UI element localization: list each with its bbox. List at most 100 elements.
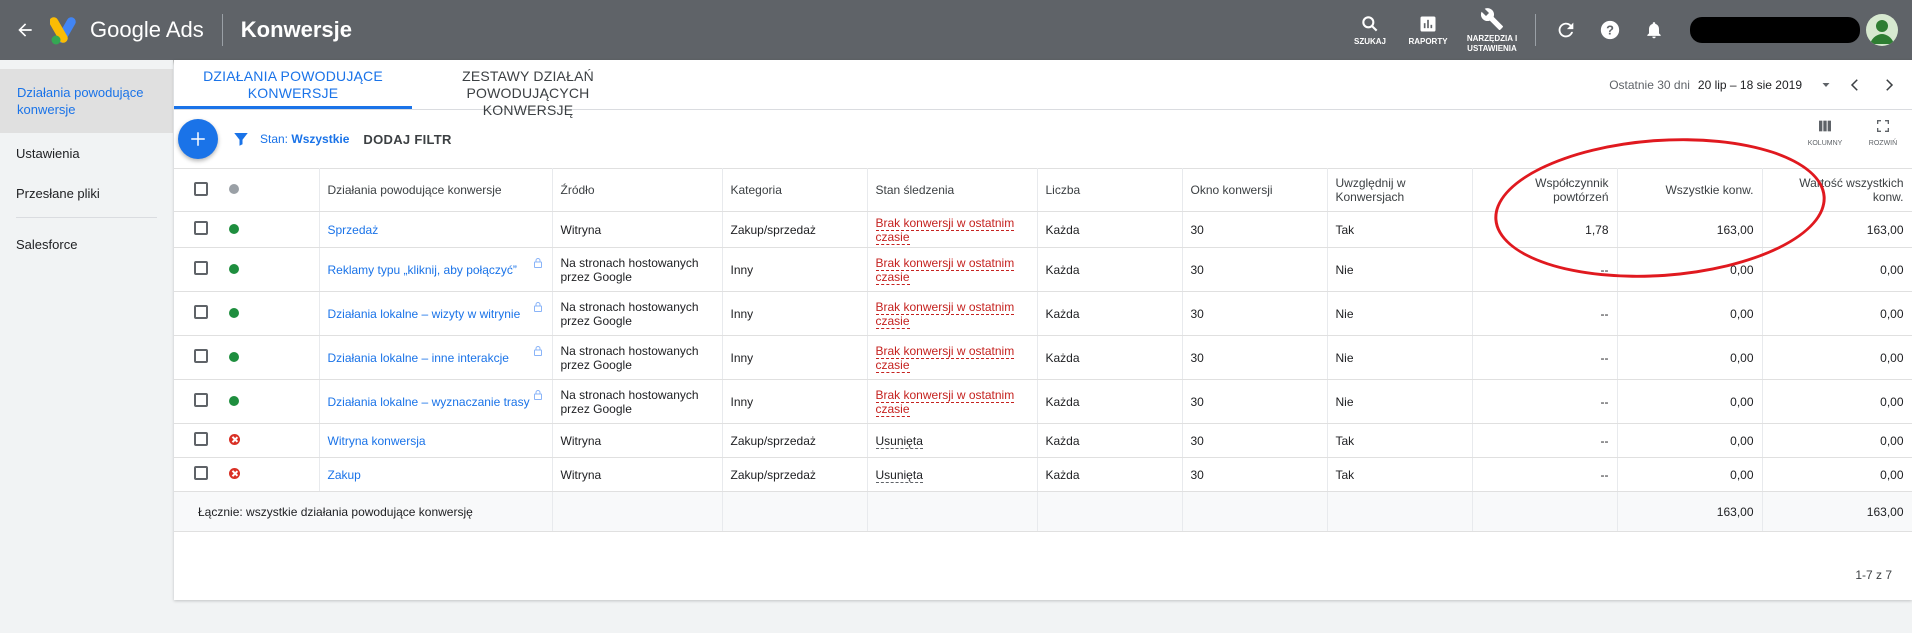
filter-icon[interactable]	[232, 130, 250, 148]
include-cell: Nie	[1327, 335, 1473, 380]
fullscreen-icon	[1877, 120, 1889, 132]
tracking-status[interactable]: Brak konwersji w ostatnim czasie	[875, 255, 1015, 285]
reports-button[interactable]: RAPORTY	[1399, 14, 1457, 47]
repeat-cell: --	[1472, 291, 1618, 336]
table-row[interactable]: Działania lokalne – wizyty w witrynie Na…	[174, 291, 1912, 336]
table-header-row: Działania powodujące konwersje Źródło Ka…	[174, 168, 1912, 212]
conversion-name-link[interactable]: Zakup	[328, 468, 361, 482]
sidebar-item-label: Przesłane pliki	[16, 185, 100, 201]
table-row[interactable]: Witryna konwersja Witryna Zakup/sprzedaż…	[174, 423, 1912, 458]
google-ads-logo[interactable]: Google Ads	[49, 15, 204, 45]
reports-label: RAPORTY	[1408, 36, 1448, 46]
select-all-checkbox[interactable]	[194, 181, 208, 196]
col-header-tracking[interactable]: Stan śledzenia	[867, 168, 1038, 212]
search-label: SZUKAJ	[1353, 36, 1386, 46]
lock-icon	[533, 389, 542, 400]
plus-icon	[191, 132, 205, 146]
expand-button[interactable]: ROZWIŃ	[1854, 118, 1912, 147]
status-filter-chip[interactable]: Stan: Wszystkie	[260, 132, 349, 146]
repeat-cell: --	[1472, 423, 1618, 458]
tab-conversion-action-sets[interactable]: ZESTAWY DZIAŁAŃ POWODUJĄCYCH KONWERSJĘ	[412, 60, 644, 118]
sidebar-item-label: Salesforce	[16, 236, 78, 252]
table-row[interactable]: Zakup Witryna Zakup/sprzedaż Usunięta Ka…	[174, 457, 1912, 492]
sidebar-item-label: Działania powodujące konwersje	[17, 85, 144, 117]
tracking-status[interactable]: Brak konwersji w ostatnim czasie	[875, 299, 1015, 329]
source-cell: Witryna	[552, 423, 723, 458]
sidebar-item-salesforce[interactable]: Salesforce	[0, 218, 173, 270]
dropdown-arrow-icon[interactable]	[1820, 79, 1832, 91]
back-arrow-icon[interactable]	[0, 0, 50, 60]
columns-button[interactable]: KOLUMNY	[1796, 118, 1854, 147]
col-header-window[interactable]: Okno konwersji	[1182, 168, 1328, 212]
row-checkbox[interactable]	[194, 305, 208, 319]
window-cell: 30	[1182, 457, 1328, 492]
status-removed-icon	[229, 467, 240, 479]
col-header-name[interactable]: Działania powodujące konwersje	[319, 168, 553, 212]
row-checkbox[interactable]	[194, 432, 208, 446]
next-period-icon[interactable]	[1880, 76, 1898, 94]
filter-prefix: Stan:	[260, 132, 289, 146]
col-header-all-value[interactable]: Wartość wszystkich konw.	[1762, 168, 1912, 212]
conversion-name-link[interactable]: Działania lokalne – inne interakcje	[328, 351, 509, 365]
tracking-status[interactable]: Brak konwersji w ostatnim czasie	[875, 215, 1015, 245]
add-filter-button[interactable]: DODAJ FILTR	[363, 132, 451, 147]
col-header-include[interactable]: Uwzględnij w Konwersjach	[1327, 168, 1473, 212]
status-enabled-icon	[229, 263, 239, 274]
total-all-value: 163,00	[1762, 491, 1912, 532]
sidebar-item-uploads[interactable]: Przesłane pliki	[0, 173, 173, 213]
row-checkbox[interactable]	[194, 393, 208, 407]
date-range-label: Ostatnie 30 dni	[1609, 78, 1690, 92]
date-range-value: 20 lip – 18 sie 2019	[1697, 78, 1802, 92]
repeat-cell: --	[1472, 247, 1618, 292]
previous-period-icon[interactable]	[1846, 76, 1864, 94]
tools-settings-button[interactable]: NARZĘDZIA I USTAWIENIA	[1457, 7, 1527, 54]
help-icon[interactable]: ?	[1588, 0, 1632, 60]
col-header-all-conv[interactable]: Wszystkie konw.	[1617, 168, 1763, 212]
app-name: Google Ads	[90, 17, 204, 42]
conversion-name-link[interactable]: Działania lokalne – wizyty w witrynie	[328, 307, 521, 321]
all-conv-cell: 0,00	[1617, 457, 1763, 492]
row-checkbox[interactable]	[194, 261, 208, 275]
table-row[interactable]: Działania lokalne – inne interakcje Na s…	[174, 335, 1912, 380]
tracking-status[interactable]: Usunięta	[875, 433, 923, 449]
tracking-status[interactable]: Brak konwersji w ostatnim czasie	[875, 343, 1015, 373]
search-button[interactable]: SZUKAJ	[1341, 14, 1399, 47]
source-cell: Na stronach hostowanych przez Google	[552, 335, 723, 380]
col-header-repeat[interactable]: Współczynnik powtórzeń	[1472, 168, 1618, 212]
include-cell: Tak	[1327, 457, 1473, 492]
sidebar-item-conversion-actions[interactable]: Działania powodujące konwersje	[0, 69, 173, 133]
col-header-count[interactable]: Liczba	[1037, 168, 1183, 212]
table-row[interactable]: Działania lokalne – wyznaczanie trasy Na…	[174, 379, 1912, 424]
all-value-cell: 0,00	[1762, 379, 1912, 424]
tracking-status[interactable]: Brak konwersji w ostatnim czasie	[875, 387, 1015, 417]
date-range-selector[interactable]: Ostatnie 30 dni 20 lip – 18 sie 2019	[1609, 60, 1912, 110]
conversion-name-link[interactable]: Witryna konwersja	[328, 434, 426, 448]
row-checkbox[interactable]	[194, 466, 208, 480]
wrench-icon	[1480, 7, 1503, 30]
conversion-name-link[interactable]: Sprzedaż	[328, 223, 379, 237]
avatar[interactable]	[1866, 14, 1898, 46]
conversion-name-link[interactable]: Działania lokalne – wyznaczanie trasy	[328, 395, 530, 409]
tab-conversion-actions[interactable]: DZIAŁANIA POWODUJĄCE KONWERSJE	[174, 60, 412, 109]
sidebar-item-settings[interactable]: Ustawienia	[0, 133, 173, 173]
table-row[interactable]: Reklamy typu „kliknij, aby połączyć” Na …	[174, 247, 1912, 292]
lock-icon	[533, 301, 542, 312]
conversion-name-link[interactable]: Reklamy typu „kliknij, aby połączyć”	[328, 263, 517, 277]
count-cell: Każda	[1037, 211, 1183, 248]
tab-label: DZIAŁANIA POWODUJĄCE KONWERSJE	[203, 68, 383, 101]
status-enabled-icon	[229, 307, 239, 318]
col-header-source[interactable]: Źródło	[552, 168, 723, 212]
filter-value: Wszystkie	[291, 132, 350, 146]
bell-icon[interactable]	[1632, 0, 1676, 60]
tracking-status[interactable]: Usunięta	[875, 467, 923, 483]
col-header-category[interactable]: Kategoria	[722, 168, 868, 212]
row-checkbox[interactable]	[194, 221, 208, 235]
row-checkbox[interactable]	[194, 349, 208, 363]
refresh-icon[interactable]	[1544, 0, 1588, 60]
add-conversion-button[interactable]	[178, 119, 218, 159]
total-row: Łącznie: wszystkie działania powodujące …	[174, 491, 1912, 532]
sidebar: Działania powodujące konwersje Ustawieni…	[0, 60, 173, 633]
category-cell: Zakup/sprzedaż	[722, 457, 868, 492]
status-enabled-icon	[229, 395, 239, 406]
table-row[interactable]: Sprzedaż Witryna Zakup/sprzedaż Brak kon…	[174, 211, 1912, 248]
